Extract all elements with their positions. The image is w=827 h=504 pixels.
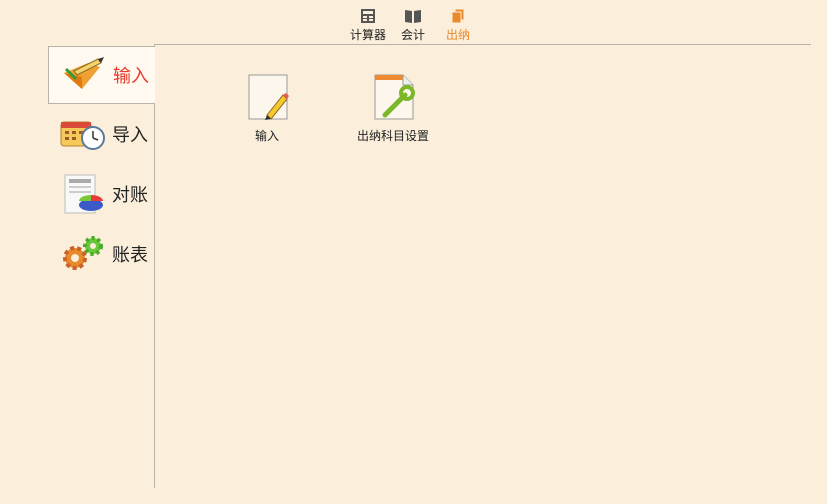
- toolbar-cashier-button[interactable]: 出纳: [446, 6, 470, 43]
- document-pencil-icon: [243, 73, 291, 121]
- tile-cashier-subject-settings-label: 出纳科目设置: [357, 129, 430, 143]
- document-wrench-icon: [369, 73, 417, 121]
- pages-icon: [448, 6, 468, 26]
- tile-cashier-subject-settings[interactable]: 出纳科目设置: [357, 73, 429, 144]
- toolbar-cashier-label: 出纳: [446, 28, 471, 42]
- gears-icon: [58, 232, 108, 276]
- tile-input[interactable]: 输入: [243, 73, 291, 144]
- book-icon: [403, 6, 423, 26]
- main-content: 输入 出纳科目设置: [155, 45, 811, 488]
- sidebar-item-input[interactable]: 输入: [48, 46, 155, 104]
- calendar-clock-icon: [58, 112, 108, 156]
- sidebar-item-label: 导入: [112, 125, 148, 146]
- toolbar-calculator-label: 计算器: [350, 28, 387, 42]
- top-toolbar: 计算器 会计 出纳: [0, 0, 827, 44]
- toolbar-accounting-label: 会计: [401, 28, 426, 42]
- sidebar-item-import[interactable]: 导入: [48, 104, 155, 164]
- tile-input-label: 输入: [254, 129, 279, 143]
- sidebar-item-ledger[interactable]: 账表: [48, 224, 155, 284]
- sidebar-item-label: 对账: [112, 185, 148, 206]
- sidebar-item-label: 输入: [113, 66, 149, 87]
- sidebar-item-label: 账表: [112, 245, 148, 266]
- pencil-checkmark-icon: [59, 53, 109, 97]
- report-pie-chart-icon: [58, 172, 108, 216]
- toolbar-accounting-button[interactable]: 会计: [401, 6, 425, 43]
- sidebar: 输入 导入 对账 账表: [48, 46, 155, 284]
- calculator-icon: [358, 6, 378, 26]
- toolbar-calculator-button[interactable]: 计算器: [350, 6, 386, 43]
- sidebar-item-reconcile[interactable]: 对账: [48, 164, 155, 224]
